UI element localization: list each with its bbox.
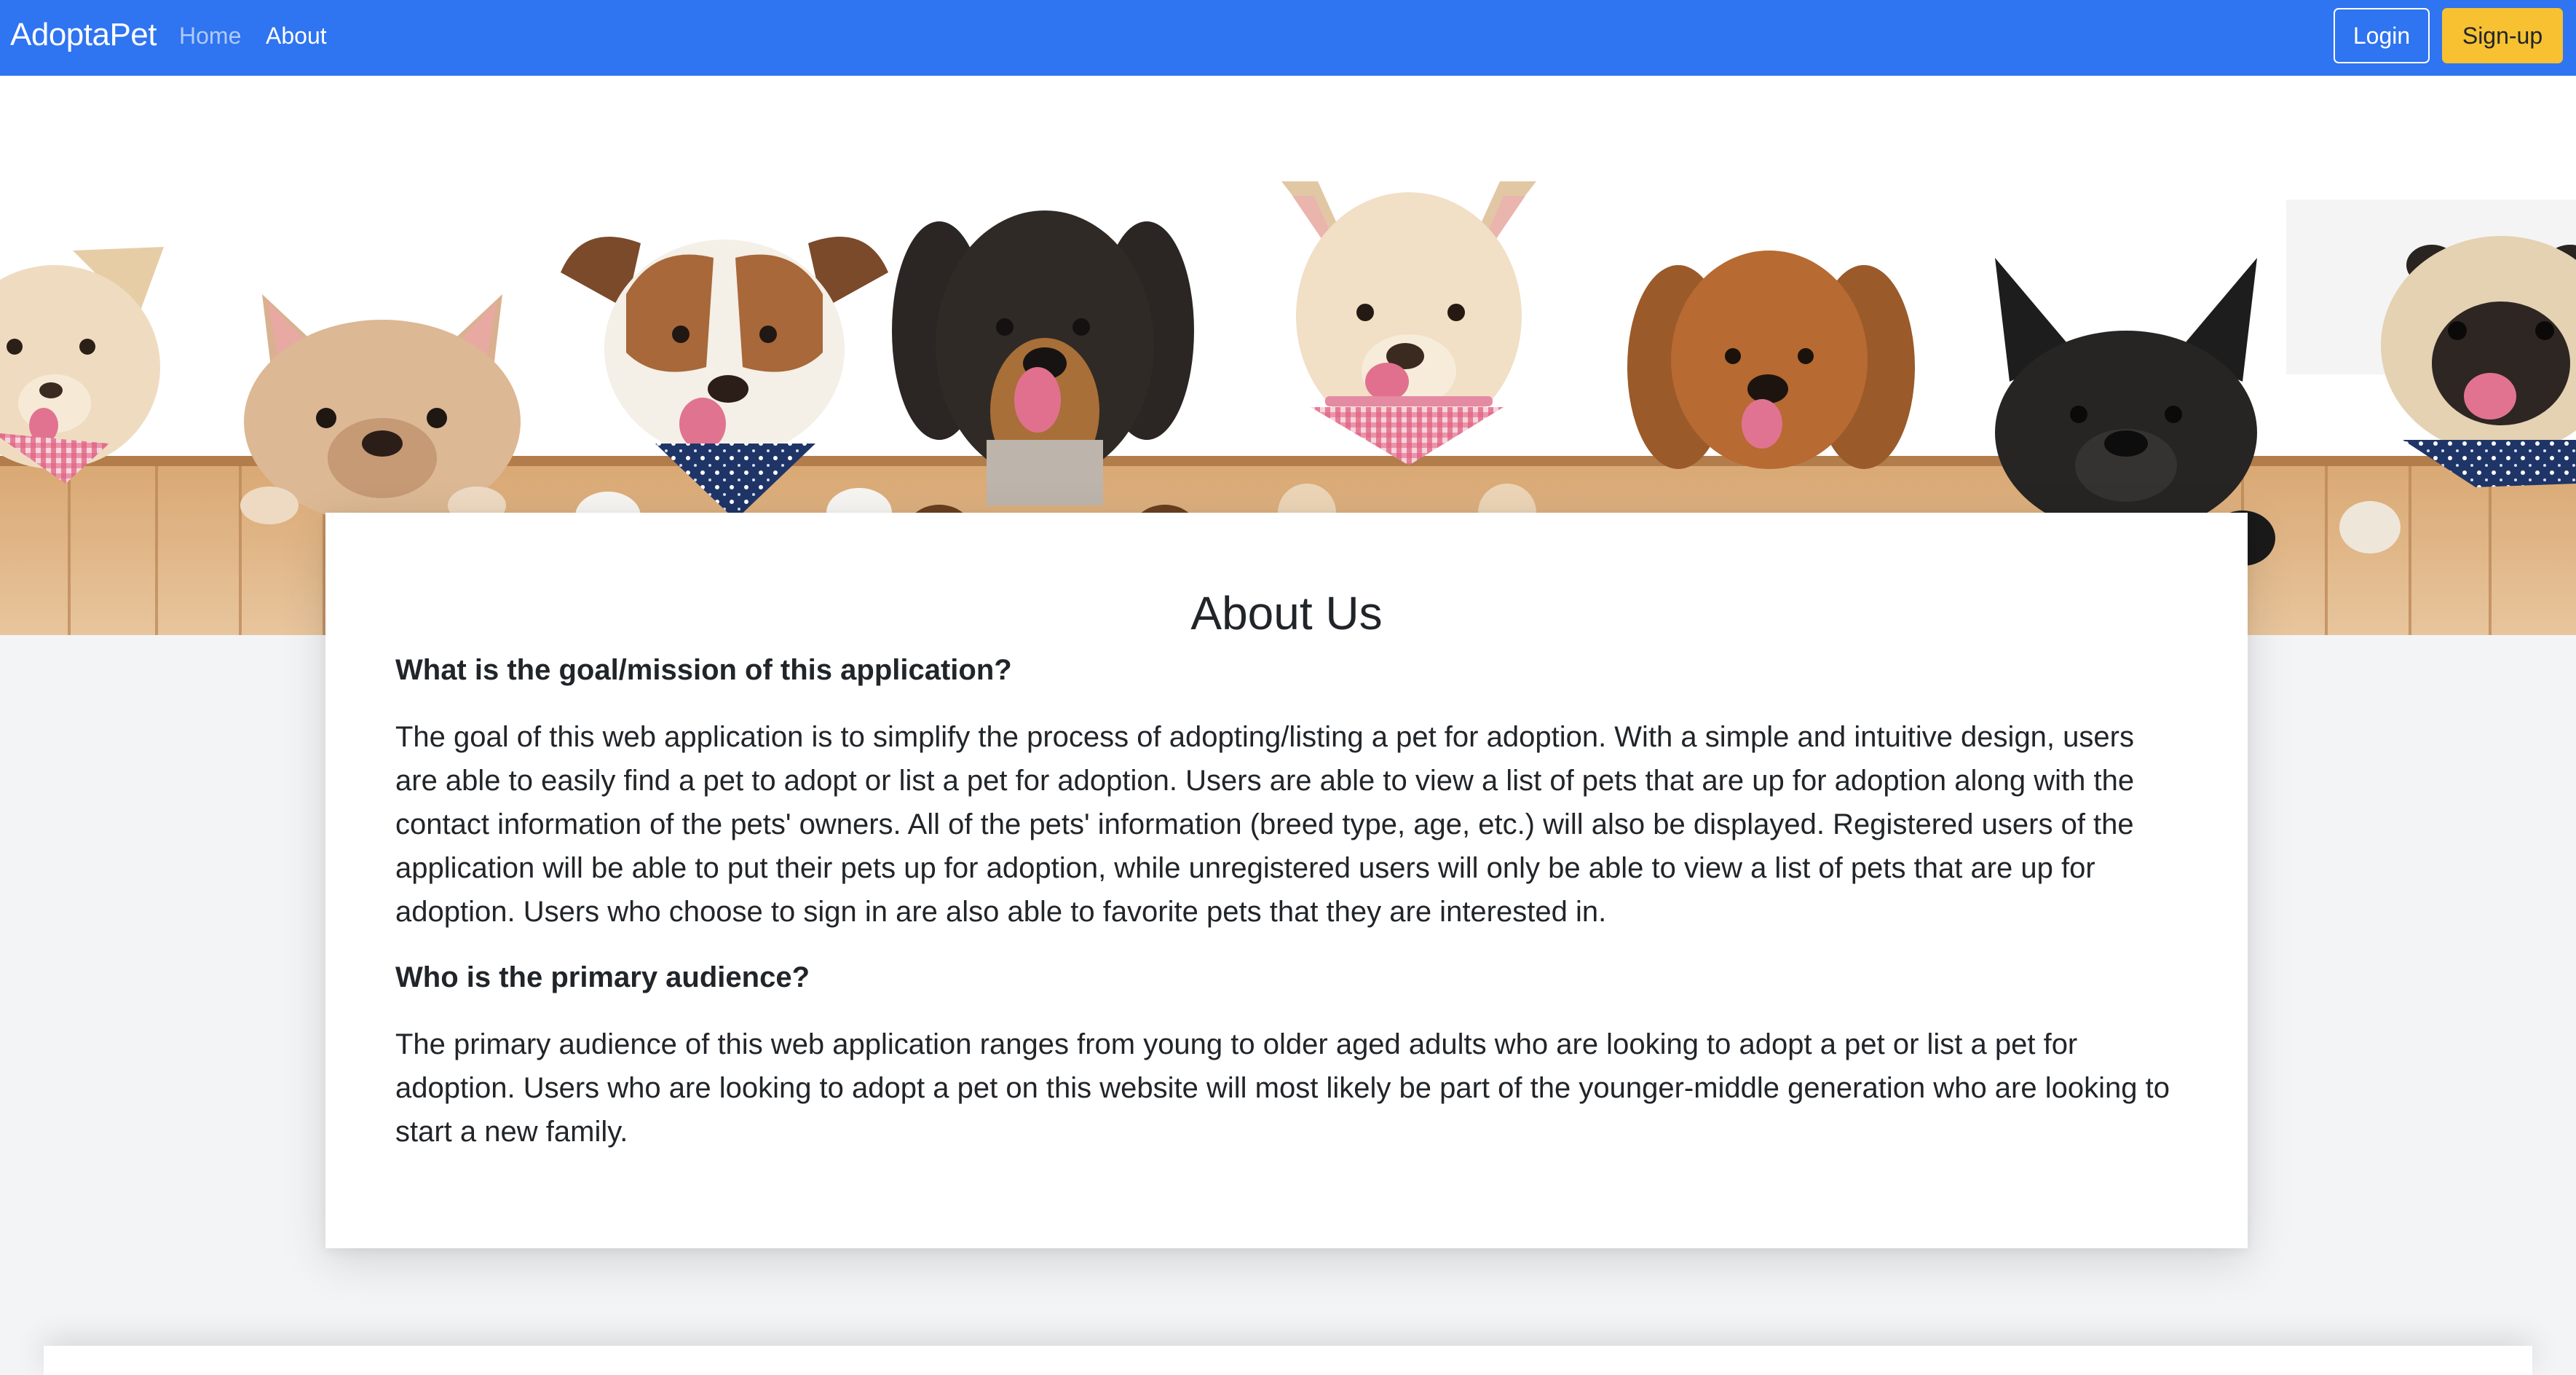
brand-logo-link[interactable]: AdoptaPet <box>10 16 157 54</box>
nav-link-home[interactable]: Home <box>179 21 241 50</box>
audience-answer-paragraph: The primary audience of this web applica… <box>395 1028 2170 1148</box>
page-title: About Us <box>1190 587 1383 639</box>
signup-button[interactable]: Sign-up <box>2442 8 2563 63</box>
about-card: About Us What is the goal/mission of thi… <box>325 513 2248 1248</box>
navbar: AdoptaPet Home About Login Sign-up <box>0 0 2576 76</box>
nav-link-about[interactable]: About <box>266 21 327 50</box>
goal-question-heading: What is the goal/mission of this applica… <box>395 654 1012 686</box>
goal-answer-paragraph: The goal of this web application is to s… <box>395 721 2135 928</box>
audience-question-heading: Who is the primary audience? <box>395 961 810 993</box>
footer-edge <box>44 1346 2532 1375</box>
login-button[interactable]: Login <box>2334 8 2430 63</box>
